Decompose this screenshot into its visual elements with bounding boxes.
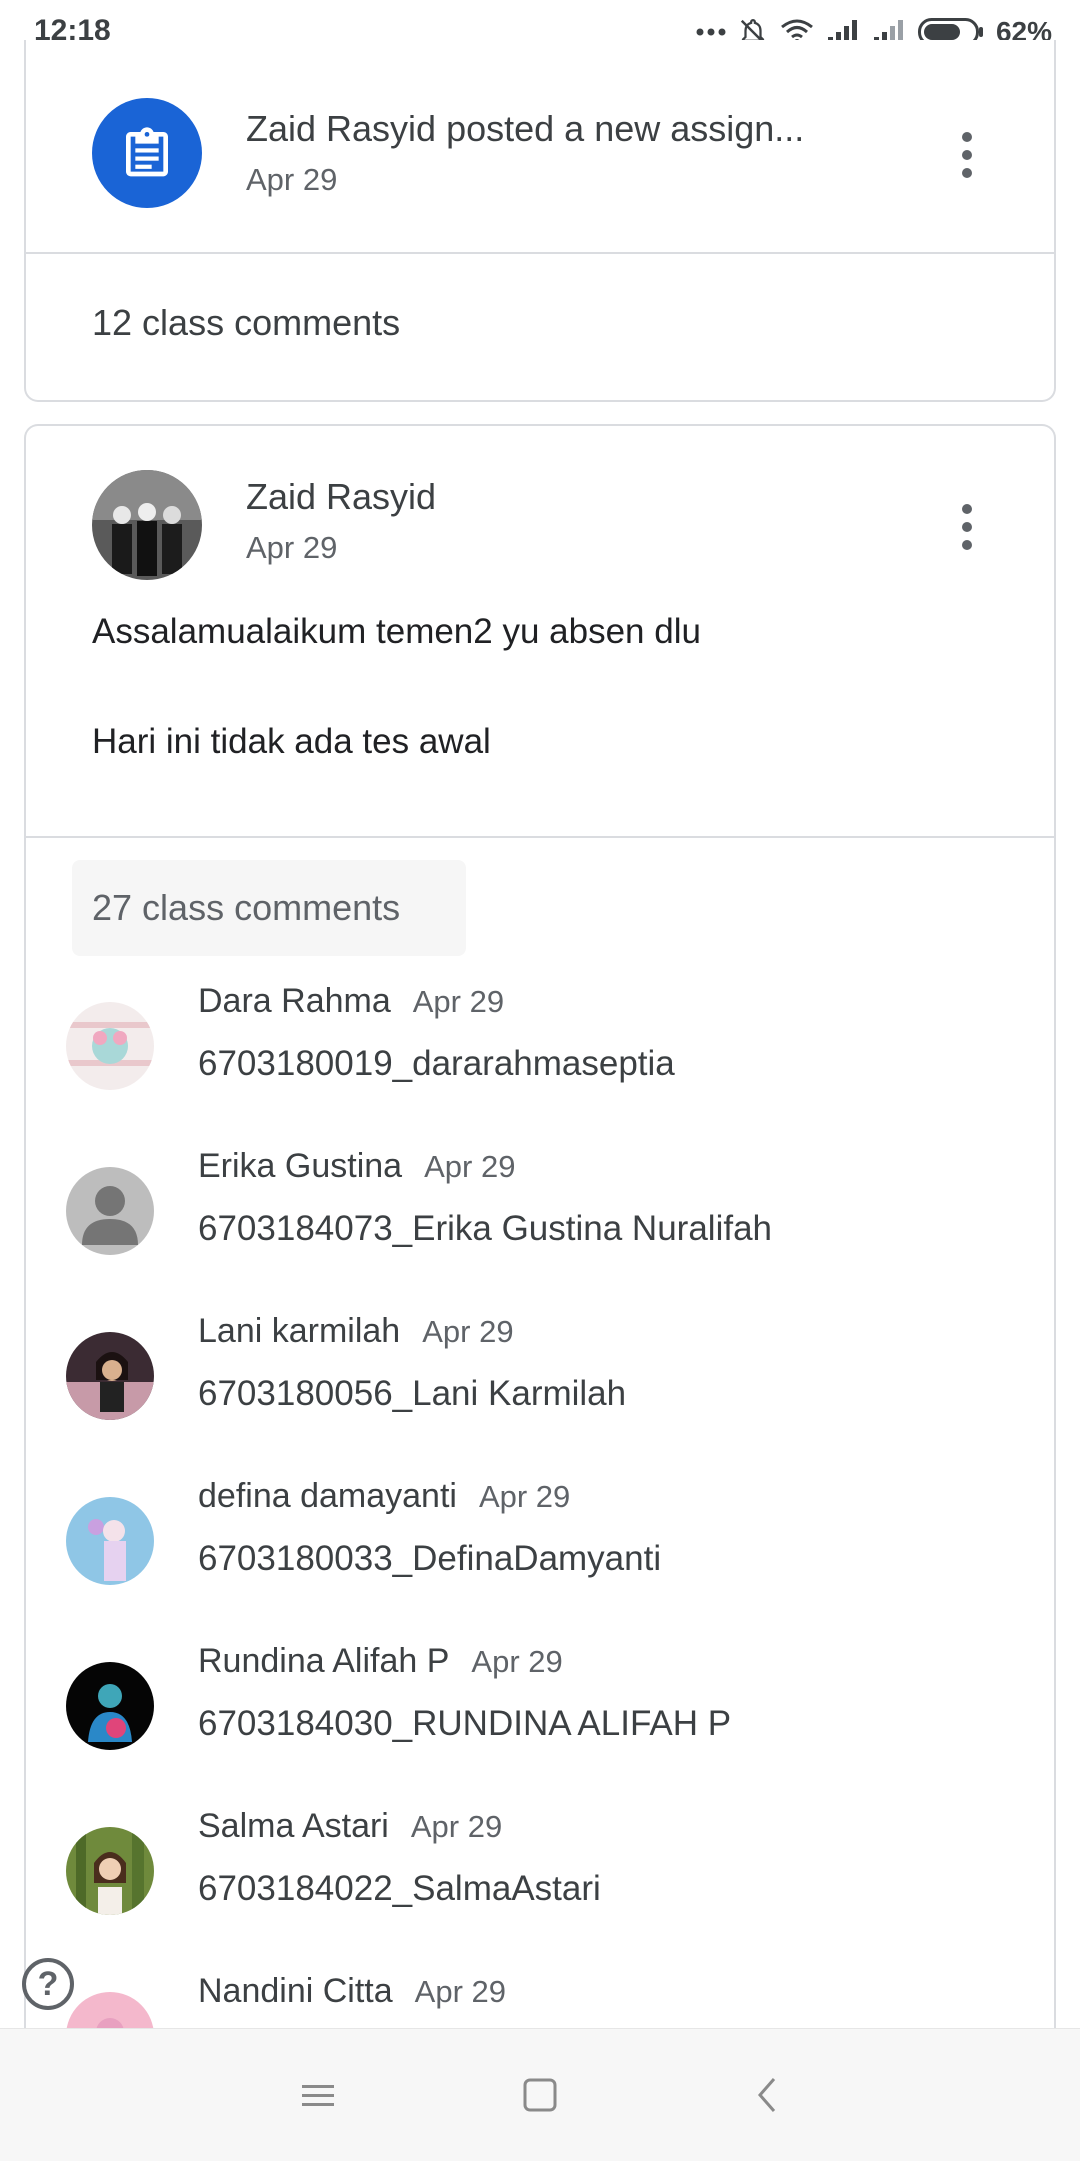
post-date: Apr 29 bbox=[246, 530, 338, 565]
author-avatar bbox=[92, 470, 202, 580]
menu-icon[interactable] bbox=[294, 2071, 342, 2119]
comment-text: 6703184030_RUNDINA ALIFAH P bbox=[198, 1704, 732, 1743]
system-nav-bar bbox=[0, 2028, 1080, 2161]
comment-item[interactable]: defina damayanti Apr 29 6703180033_Defina… bbox=[66, 1477, 1026, 1597]
comment-text: 6703184022_SalmaAstari bbox=[198, 1869, 601, 1908]
avatar-lani bbox=[66, 1332, 154, 1420]
comment-author[interactable]: Lani karmilah bbox=[198, 1312, 400, 1350]
avatar-defina bbox=[66, 1497, 154, 1585]
help-button[interactable]: ? bbox=[22, 1958, 74, 2010]
comment-date: Apr 29 bbox=[414, 1974, 506, 2009]
assignment-card[interactable]: Zaid Rasyid posted a new assign... Apr 2… bbox=[24, 40, 1056, 402]
assignment-icon bbox=[92, 98, 202, 208]
divider bbox=[26, 836, 1054, 838]
comment-author[interactable]: defina damayanti bbox=[198, 1477, 457, 1515]
comment-date: Apr 29 bbox=[478, 1479, 571, 1514]
comment-author[interactable]: Dara Rahma bbox=[198, 982, 391, 1020]
comment-author[interactable]: Nandini Citta bbox=[198, 1972, 393, 2010]
avatar-dara bbox=[66, 1002, 154, 1090]
assignment-title[interactable]: Zaid Rasyid posted a new assign... bbox=[246, 108, 804, 150]
comment-date: Apr 29 bbox=[422, 1314, 514, 1349]
help-icon: ? bbox=[37, 1964, 59, 2003]
assignment-comments-link[interactable]: 12 class comments bbox=[92, 302, 400, 344]
back-icon[interactable] bbox=[744, 2071, 792, 2119]
comment-date: Apr 29 bbox=[471, 1644, 563, 1679]
comment-item[interactable]: Lani karmilah Apr 29 6703180056_Lani Karm… bbox=[66, 1312, 1026, 1432]
comment-item[interactable]: Salma Astari Apr 29 6703184022_SalmaAstar… bbox=[66, 1807, 1026, 1927]
comment-date: Apr 29 bbox=[424, 1149, 516, 1184]
assignment-more-menu-icon[interactable] bbox=[962, 132, 974, 186]
comment-author[interactable]: Rundina Alifah P bbox=[198, 1642, 449, 1680]
comment-text: 6703180019_dararahmaseptia bbox=[198, 1044, 675, 1083]
avatar-salma bbox=[66, 1827, 154, 1915]
home-icon[interactable] bbox=[516, 2071, 564, 2119]
avatar-rundina bbox=[66, 1662, 154, 1750]
comment-item[interactable]: Dara Rahma Apr 29 6703180019_dararahmasep… bbox=[66, 982, 1026, 1102]
more-notifications-icon bbox=[696, 27, 726, 37]
comment-date: Apr 29 bbox=[410, 1809, 503, 1844]
assignment-date: Apr 29 bbox=[246, 162, 338, 197]
post-body-line1: Assalamualaikum temen2 yu absen dlu bbox=[92, 612, 701, 651]
divider bbox=[26, 252, 1054, 254]
post-comments-label: 27 class comments bbox=[92, 887, 401, 928]
comment-date: Apr 29 bbox=[412, 984, 505, 1019]
comment-author[interactable]: Salma Astari bbox=[198, 1807, 389, 1845]
author-name[interactable]: Zaid Rasyid bbox=[246, 476, 436, 518]
post-more-menu-icon[interactable] bbox=[962, 504, 974, 558]
post-comments-button[interactable]: 27 class comments bbox=[72, 860, 466, 956]
comment-item[interactable]: Erika Gustina Apr 29 6703184073_Erika Gus… bbox=[66, 1147, 1026, 1267]
default-avatar bbox=[66, 1167, 154, 1255]
comment-item[interactable]: Rundina Alifah P Apr 29 6703184030_RUNDIN… bbox=[66, 1642, 1026, 1762]
post-body-line2: Hari ini tidak ada tes awal bbox=[92, 722, 491, 761]
comment-author[interactable]: Erika Gustina bbox=[198, 1147, 402, 1185]
comment-text: 6703180056_Lani Karmilah bbox=[198, 1374, 627, 1413]
comment-text: 6703184073_Erika Gustina Nuralifah bbox=[198, 1209, 772, 1248]
comment-text: 6703180033_DefinaDamyanti bbox=[198, 1539, 662, 1578]
